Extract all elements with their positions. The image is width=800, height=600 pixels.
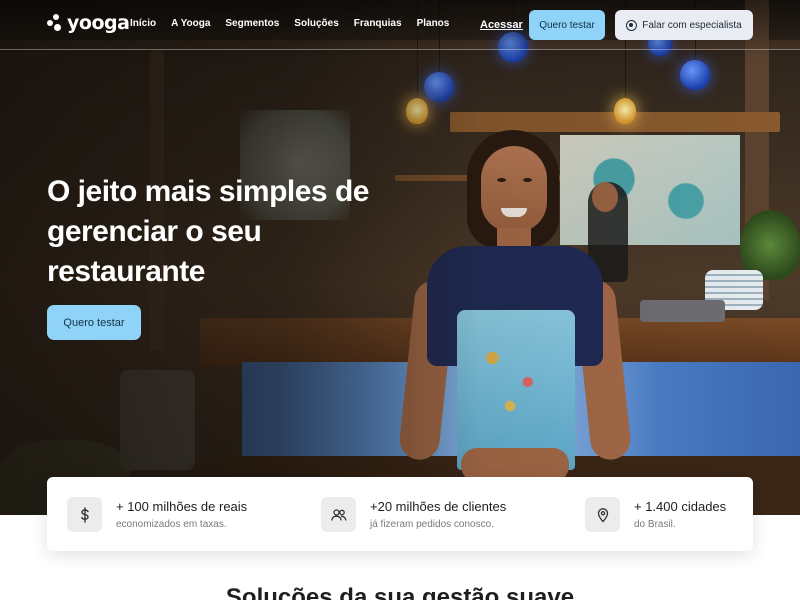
try-button-nav-label: Quero testar bbox=[539, 19, 595, 31]
dollar-icon bbox=[67, 497, 102, 532]
try-button-hero-label: Quero testar bbox=[63, 316, 125, 329]
stat-item-customers: +20 milhões de clientes já fizeram pedid… bbox=[321, 497, 506, 532]
hero-headline: O jeito mais simples de gerenciar o seu … bbox=[47, 175, 369, 288]
nav-link-franquias[interactable]: Franquias bbox=[354, 18, 402, 29]
nav-link-inicio[interactable]: Início bbox=[130, 18, 156, 29]
stat-item-savings: + 100 milhões de reais economizados em t… bbox=[67, 497, 247, 532]
stat-title: + 100 milhões de reais bbox=[116, 499, 248, 514]
stat-item-cities: + 1.400 cidades do Brasil. bbox=[585, 497, 726, 532]
brand-logo[interactable]: yooga bbox=[47, 12, 130, 34]
stats-card: + 100 milhões de reais economizados em t… bbox=[47, 477, 753, 551]
section-title: Soluções da sua gestão suave bbox=[225, 584, 575, 600]
logo-text: yooga bbox=[67, 12, 130, 34]
nav-link-planos[interactable]: Planos bbox=[417, 18, 450, 29]
users-icon bbox=[321, 497, 356, 532]
nav-link-segmentos[interactable]: Segmentos bbox=[225, 18, 279, 29]
nav-link-a-yooga[interactable]: A Yooga bbox=[171, 18, 210, 29]
talk-to-expert-button[interactable]: Falar com especialista bbox=[615, 10, 753, 40]
talk-to-expert-label: Falar com especialista bbox=[642, 19, 742, 31]
stat-subtitle: já fizeram pedidos conosco. bbox=[370, 519, 494, 530]
try-button-hero[interactable]: Quero testar bbox=[47, 305, 141, 340]
whatsapp-icon bbox=[626, 19, 638, 31]
stat-title: + 1.400 cidades bbox=[634, 499, 727, 514]
nav-links: Início A Yooga Segmentos Soluções Franqu… bbox=[130, 18, 464, 29]
nav-link-solucoes[interactable]: Soluções bbox=[294, 18, 338, 29]
stat-subtitle: do Brasil. bbox=[634, 519, 676, 530]
stat-subtitle: economizados em taxas. bbox=[116, 519, 227, 530]
map-pin-icon bbox=[585, 497, 620, 532]
stat-title: +20 milhões de clientes bbox=[370, 499, 507, 514]
logo-icon bbox=[47, 14, 63, 32]
top-navbar: yooga Início A Yooga Segmentos Soluções … bbox=[0, 0, 800, 50]
login-link[interactable]: Acessar bbox=[480, 19, 523, 31]
try-button-nav[interactable]: Quero testar bbox=[529, 10, 605, 40]
